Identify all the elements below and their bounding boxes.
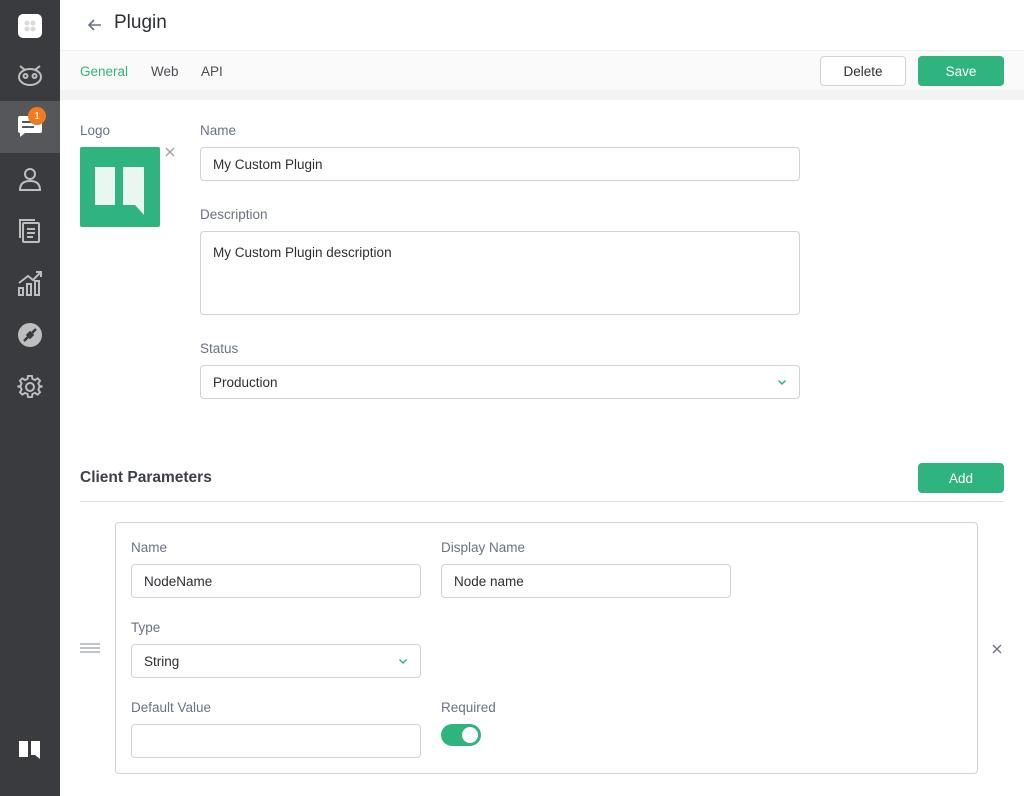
param-type-value: String [144, 653, 180, 669]
client-parameters-title: Client Parameters [80, 469, 212, 486]
chevron-down-icon [398, 658, 408, 665]
status-label: Status [200, 341, 239, 356]
sidebar-app-logo[interactable] [0, 0, 60, 52]
tab-bar-divider [60, 90, 1024, 100]
sidebar-item-settings[interactable] [0, 361, 60, 413]
add-parameter-button[interactable]: Add [918, 463, 1004, 493]
param-name-input[interactable]: NodeName [131, 564, 421, 598]
remove-logo-icon[interactable] [164, 146, 176, 158]
gear-icon [17, 374, 43, 399]
plugin-logo[interactable] [80, 147, 160, 227]
brand-logo-icon [19, 741, 40, 759]
name-input[interactable]: My Custom Plugin [200, 147, 800, 181]
status-select[interactable]: Production [200, 365, 800, 399]
param-display-name-input[interactable]: Node name [441, 564, 731, 598]
back-arrow-icon[interactable] [86, 16, 104, 34]
page-title: Plugin [114, 12, 167, 33]
app-logo-icon [18, 14, 42, 38]
sidebar-brand[interactable] [0, 724, 60, 776]
param-display-name-label: Display Name [441, 540, 526, 555]
param-type-label: Type [131, 620, 161, 635]
integrations-icon [18, 323, 42, 347]
name-label: Name [200, 123, 237, 138]
tab-api[interactable]: API [201, 64, 223, 79]
remove-parameter-icon[interactable] [991, 643, 1003, 655]
drag-handle-icon[interactable] [80, 642, 100, 654]
param-default-value-input[interactable] [131, 724, 421, 758]
description-textarea[interactable]: My Custom Plugin description [200, 231, 800, 315]
app-root: 1 Plugin General Web API Delete Save Log… [0, 0, 1024, 796]
sidebar-item-integrations[interactable] [0, 309, 60, 361]
param-default-value-label: Default Value [131, 700, 212, 715]
sidebar-item-documents[interactable] [0, 205, 60, 257]
section-divider [80, 501, 1004, 502]
param-name-label: Name [131, 540, 168, 555]
bot-icon [18, 65, 42, 86]
tab-general[interactable]: General [80, 64, 128, 79]
delete-button[interactable]: Delete [820, 56, 906, 86]
page-header: Plugin [60, 0, 1024, 50]
tab-web[interactable]: Web [151, 64, 179, 79]
status-select-value: Production [213, 374, 278, 390]
sidebar-item-bots[interactable] [0, 49, 60, 101]
sidebar: 1 [0, 0, 60, 796]
unread-badge: 1 [28, 107, 46, 125]
sidebar-item-analytics[interactable] [0, 257, 60, 309]
logo-label: Logo [80, 123, 111, 138]
param-required-toggle[interactable] [441, 724, 481, 746]
save-button[interactable]: Save [918, 56, 1004, 86]
sidebar-item-chats[interactable]: 1 [0, 101, 60, 153]
plugin-logo-icon [95, 167, 144, 215]
sidebar-item-users[interactable] [0, 153, 60, 205]
documents-icon [19, 219, 40, 243]
param-type-select[interactable]: String [131, 644, 421, 678]
chevron-down-icon [777, 379, 787, 386]
user-icon [18, 168, 42, 191]
toggle-knob [462, 727, 478, 743]
description-label: Description [200, 207, 268, 222]
param-required-label: Required [441, 700, 496, 715]
analytics-icon [18, 271, 42, 296]
